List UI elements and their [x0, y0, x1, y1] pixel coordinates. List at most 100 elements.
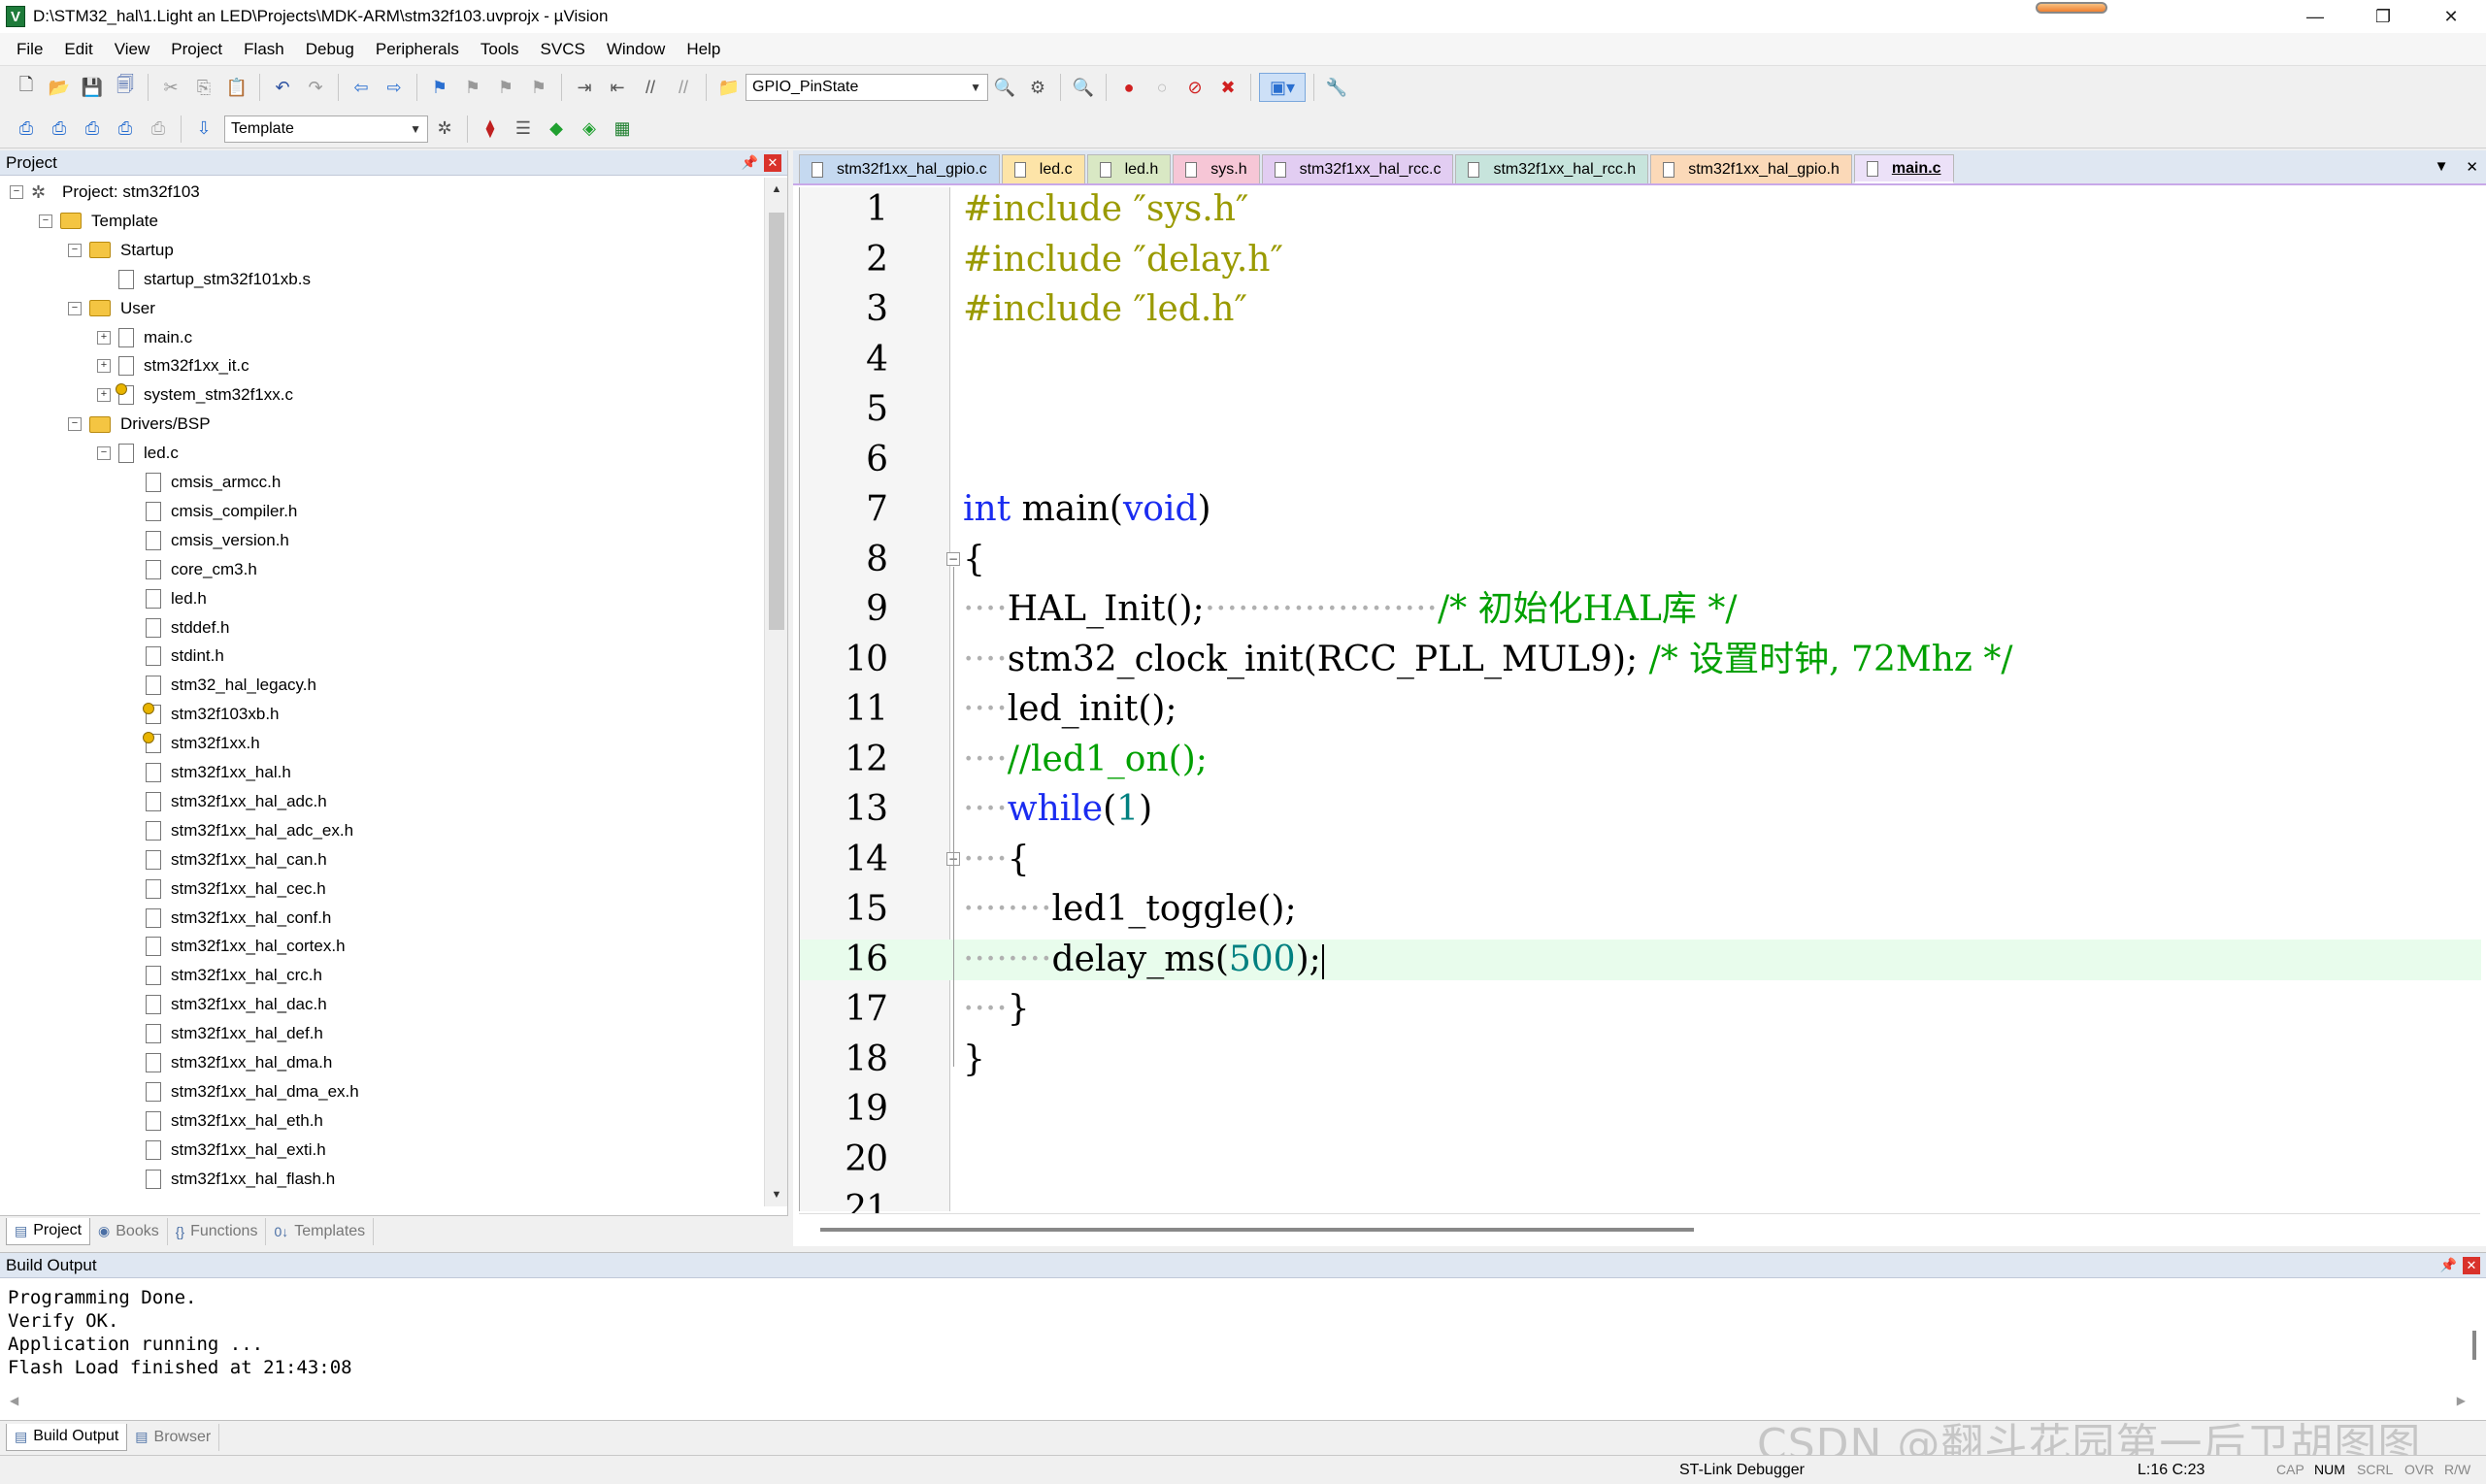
tree-item[interactable]: stm32f1xx_hal_can.h	[124, 845, 327, 874]
editor-tab[interactable]: stm32f1xx_hal_gpio.c	[799, 154, 1000, 183]
tree-item[interactable]: stm32f1xx_hal.h	[124, 758, 291, 787]
batch-build-icon[interactable]: ⎙	[111, 115, 140, 144]
code-line[interactable]: 9 ····HAL_Init();·····················/* …	[800, 589, 2481, 630]
tree-item[interactable]: led.h	[124, 584, 207, 613]
close-tab-icon[interactable]: ✕	[2466, 158, 2478, 176]
copy-icon[interactable]: ⎘	[189, 73, 218, 102]
window-layout-icon[interactable]: ▣▾	[1259, 73, 1306, 102]
build-output-vscrollbar[interactable]	[2465, 1282, 2484, 1399]
code-line[interactable]: 17 ····}	[800, 989, 2481, 1030]
tree-item[interactable]: stm32f1xx_hal_adc_ex.h	[124, 816, 353, 845]
editor-tab[interactable]: main.c	[1853, 154, 1954, 183]
tree-item[interactable]: stm32f1xx_hal_exti.h	[124, 1136, 326, 1165]
tree-item[interactable]: stm32f1xx_hal_adc.h	[124, 787, 327, 816]
tab-build-output[interactable]: ▤ Build Output	[6, 1423, 128, 1451]
save-icon[interactable]: 💾	[78, 73, 107, 102]
navigate-forward-icon[interactable]: ⇨	[380, 73, 409, 102]
tree-item[interactable]: cmsis_compiler.h	[124, 497, 297, 526]
editor-tab[interactable]: stm32f1xx_hal_gpio.h	[1650, 154, 1852, 183]
tree-item[interactable]: stm32_hal_legacy.h	[124, 671, 316, 700]
comment-icon[interactable]: //	[636, 73, 665, 102]
collapse-icon[interactable]: −	[10, 185, 23, 199]
tab-browser[interactable]: ▤ Browser	[127, 1423, 220, 1451]
tree-item[interactable]: stddef.h	[124, 613, 230, 643]
tree-item[interactable]: − ✲ Project: stm32f103	[10, 178, 200, 207]
insert-breakpoint-icon[interactable]: ●	[1114, 73, 1144, 102]
menu-project[interactable]: Project	[160, 40, 233, 59]
menu-help[interactable]: Help	[676, 40, 731, 59]
pin-icon[interactable]: 📌	[742, 154, 758, 171]
target-combo[interactable]: Template ▼	[224, 115, 428, 143]
select-packs-icon[interactable]: ◆	[542, 115, 571, 144]
paste-icon[interactable]: 📋	[222, 73, 251, 102]
configure-icon[interactable]: 🔧	[1322, 73, 1351, 102]
collapse-icon[interactable]: −	[39, 214, 52, 228]
new-file-icon[interactable]: 🗋	[12, 73, 41, 102]
pin-icon[interactable]: 📌	[2440, 1257, 2457, 1273]
tree-item[interactable]: − led.c	[97, 439, 179, 468]
tree-item[interactable]: stm32f1xx_hal_flash.h	[124, 1165, 335, 1194]
find-icon[interactable]: 🔍	[990, 73, 1019, 102]
enable-breakpoint-icon[interactable]: ○	[1147, 73, 1177, 102]
code-line[interactable]: 16 ········delay_ms(500);	[800, 939, 2481, 980]
redo-icon[interactable]: ↷	[301, 73, 330, 102]
tab-project[interactable]: ▤ Project	[6, 1217, 91, 1245]
tab-functions[interactable]: {} Functions	[168, 1217, 267, 1245]
code-line[interactable]: 15 ········led1_toggle();	[800, 889, 2481, 930]
target-options-icon[interactable]: ✲	[430, 115, 459, 144]
restore-button[interactable]: ❐	[2349, 0, 2417, 33]
undo-icon[interactable]: ↶	[268, 73, 297, 102]
code-line[interactable]: 5	[800, 389, 2481, 430]
code-line[interactable]: 12 ····//led1_on();	[800, 740, 2481, 780]
close-panel-icon[interactable]: ✕	[764, 153, 781, 172]
download-icon[interactable]: ⇩	[189, 115, 218, 144]
code-line[interactable]: 10 ····stm32_clock_init(RCC_PLL_MUL9); /*…	[800, 640, 2481, 680]
code-line[interactable]: 13 ····while(1)	[800, 789, 2481, 830]
tree-item[interactable]: stm32f1xx_hal_eth.h	[124, 1106, 323, 1136]
incremental-find-icon[interactable]: ⚙	[1023, 73, 1052, 102]
bookmark-clear-icon[interactable]: ⚑	[524, 73, 553, 102]
hscroll-thumb[interactable]	[820, 1228, 1694, 1232]
tree-item[interactable]: − Startup	[68, 236, 174, 265]
indent-icon[interactable]: ⇥	[570, 73, 599, 102]
tree-item[interactable]: + stm32f1xx_it.c	[97, 351, 249, 380]
collapse-icon[interactable]: −	[68, 301, 82, 315]
tree-item[interactable]: stm32f1xx_hal_dma.h	[124, 1048, 332, 1077]
cut-icon[interactable]: ✂	[156, 73, 185, 102]
tree-item[interactable]: stm32f1xx_hal_crc.h	[124, 961, 322, 990]
collapse-icon[interactable]: −	[68, 243, 82, 257]
tree-item[interactable]: stm32f1xx_hal_conf.h	[124, 904, 331, 933]
pack-installer-icon[interactable]: ◈	[575, 115, 604, 144]
tree-item[interactable]: − Template	[39, 207, 158, 236]
code-line[interactable]: 7 int main(void)	[800, 489, 2481, 530]
editor-hscrollbar[interactable]	[799, 1213, 2480, 1246]
code-line[interactable]: 6	[800, 440, 2481, 480]
menu-tools[interactable]: Tools	[470, 40, 530, 59]
bookmark-toggle-icon[interactable]: ⚑	[425, 73, 454, 102]
menu-debug[interactable]: Debug	[295, 40, 365, 59]
tree-item[interactable]: stm32f1xx_hal_cortex.h	[124, 932, 346, 961]
code-line[interactable]: 14−····{	[800, 840, 2481, 880]
tree-item[interactable]: stm32f103xb.h	[124, 700, 280, 729]
open-file-icon[interactable]: 📂	[45, 73, 74, 102]
stop-build-icon[interactable]: ⎙	[144, 115, 173, 144]
save-all-icon[interactable]: 🗐	[111, 73, 140, 102]
tab-list-dropdown-icon[interactable]: ▼	[2435, 158, 2449, 176]
collapse-icon[interactable]: −	[97, 446, 111, 461]
translate-icon[interactable]: ⎙	[12, 115, 41, 144]
tree-item[interactable]: stm32f1xx_hal_dma_ex.h	[124, 1077, 359, 1106]
disable-breakpoints-icon[interactable]: ⊘	[1180, 73, 1210, 102]
manage-components-icon[interactable]: ⧫	[476, 115, 505, 144]
editor-tab[interactable]: led.c	[1001, 154, 1085, 183]
menu-window[interactable]: Window	[596, 40, 676, 59]
project-tree-scrollbar[interactable]: ▲ ▼	[764, 178, 787, 1206]
kill-breakpoints-icon[interactable]: ✖	[1213, 73, 1243, 102]
editor-tab[interactable]: stm32f1xx_hal_rcc.h	[1455, 154, 1649, 183]
find-in-files-icon[interactable]: 📁	[714, 73, 744, 102]
menu-peripherals[interactable]: Peripherals	[365, 40, 470, 59]
start-debug-icon[interactable]: 🔍	[1069, 73, 1098, 102]
tree-item[interactable]: + main.c	[97, 323, 192, 352]
close-panel-icon[interactable]: ✕	[2463, 1256, 2480, 1274]
find-combo[interactable]: GPIO_PinState ▼	[746, 74, 988, 101]
tree-item[interactable]: stm32f1xx_hal_dac.h	[124, 990, 327, 1019]
